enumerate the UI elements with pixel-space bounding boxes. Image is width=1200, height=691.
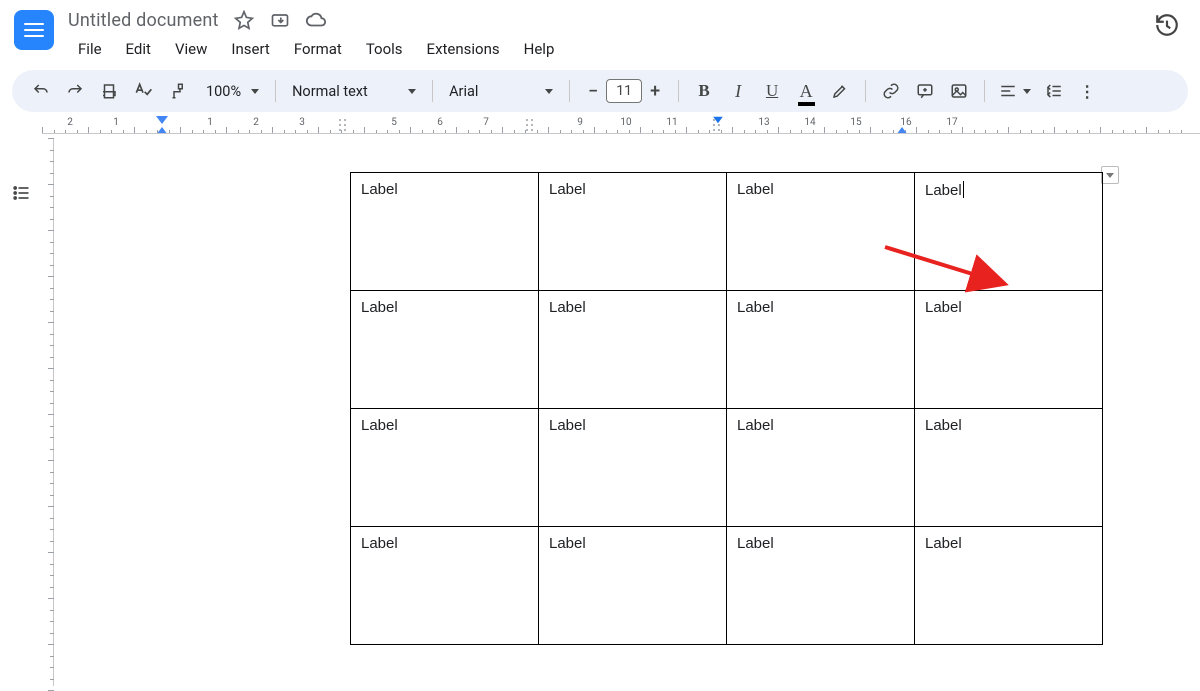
print-button[interactable] <box>94 76 124 106</box>
table-cell[interactable]: Label <box>915 527 1103 645</box>
table-cell[interactable]: Label <box>727 527 915 645</box>
table-cell[interactable]: Label <box>351 527 539 645</box>
ruler-label: 6 <box>437 117 443 128</box>
table-options-handle[interactable] <box>1101 166 1119 184</box>
ruler-drag-handle[interactable] <box>526 119 536 131</box>
highlight-button[interactable] <box>825 76 855 106</box>
ruler-label: 15 <box>850 117 861 128</box>
table-cell[interactable]: Label <box>727 291 915 409</box>
ruler-label: 2 <box>253 117 259 128</box>
table-cell[interactable]: Label <box>351 291 539 409</box>
menu-file[interactable]: File <box>68 36 112 62</box>
table-cell[interactable]: Label <box>915 173 1103 291</box>
bold-button[interactable]: B <box>689 76 719 106</box>
ruler-label: 14 <box>804 117 815 128</box>
spellcheck-button[interactable] <box>128 76 158 106</box>
menu-format[interactable]: Format <box>284 36 352 62</box>
chevron-down-icon <box>408 89 416 94</box>
table-cell[interactable]: Label <box>727 409 915 527</box>
font-value: Arial <box>443 83 484 100</box>
ruler-label: 1 <box>207 117 213 128</box>
table-cell[interactable]: Label <box>539 527 727 645</box>
cloud-status-icon[interactable] <box>305 9 327 31</box>
menu-view[interactable]: View <box>165 36 217 62</box>
document-table[interactable]: LabelLabelLabelLabelLabelLabelLabelLabel… <box>350 172 1103 645</box>
text-color-button[interactable]: A <box>791 76 821 106</box>
table-cell[interactable]: Label <box>915 409 1103 527</box>
more-button[interactable]: ⋮ <box>1073 76 1103 106</box>
paragraph-style-dropdown[interactable]: Normal text <box>286 83 416 100</box>
table-cell[interactable]: Label <box>727 173 915 291</box>
table-cell[interactable]: Label <box>351 173 539 291</box>
paint-format-button[interactable] <box>162 76 192 106</box>
workspace: LabelLabelLabelLabelLabelLabelLabelLabel… <box>0 138 1200 686</box>
docs-app-icon[interactable] <box>14 10 54 50</box>
menu-tools[interactable]: Tools <box>356 36 413 62</box>
chevron-down-icon <box>1023 89 1031 94</box>
font-size-increase[interactable]: + <box>642 78 668 104</box>
zoom-dropdown[interactable]: 100% <box>200 83 259 100</box>
chevron-down-icon <box>545 89 553 94</box>
table-cell[interactable]: Label <box>539 409 727 527</box>
table-cell[interactable]: Label <box>915 291 1103 409</box>
format-toolbar: 100% Normal text Arial − 11 + B I U A ⋮ <box>12 70 1188 112</box>
version-history-icon[interactable] <box>1154 12 1180 38</box>
insert-image-button[interactable] <box>944 76 974 106</box>
menu-bar: File Edit View Insert Format Tools Exten… <box>68 36 564 62</box>
document-title[interactable]: Untitled document <box>68 10 219 31</box>
ruler-label: 11 <box>666 117 677 128</box>
ruler-label: 3 <box>299 117 305 128</box>
menu-insert[interactable]: Insert <box>221 36 279 62</box>
undo-button[interactable] <box>26 76 56 106</box>
title-bar: Untitled document File Edit View Insert … <box>0 0 1200 64</box>
cell-text: Label <box>925 182 962 199</box>
font-size-decrease[interactable]: − <box>580 78 606 104</box>
chevron-down-icon <box>251 89 259 94</box>
align-dropdown[interactable] <box>995 76 1035 106</box>
ruler-label: 5 <box>391 117 397 128</box>
move-icon[interactable] <box>269 9 291 31</box>
font-size-value[interactable]: 11 <box>606 79 642 103</box>
ruler-label: 2 <box>67 117 73 128</box>
star-icon[interactable] <box>233 9 255 31</box>
ruler-label: 17 <box>946 117 957 128</box>
ruler-label: 13 <box>758 117 769 128</box>
text-cursor <box>963 181 964 198</box>
menu-edit[interactable]: Edit <box>116 36 161 62</box>
ruler-label: 9 <box>577 117 583 128</box>
font-dropdown[interactable]: Arial <box>443 83 553 100</box>
table-cell[interactable]: Label <box>351 409 539 527</box>
ruler-label: 1 <box>113 117 119 128</box>
ruler-label: 10 <box>620 117 631 128</box>
font-size-control: − 11 + <box>580 78 668 104</box>
underline-button[interactable]: U <box>757 76 787 106</box>
redo-button[interactable] <box>60 76 90 106</box>
ruler-label: 7 <box>483 117 489 128</box>
insert-link-button[interactable] <box>876 76 906 106</box>
ruler-drag-handle[interactable] <box>339 119 349 131</box>
document-page[interactable]: LabelLabelLabelLabelLabelLabelLabelLabel… <box>60 138 1194 686</box>
table-cell[interactable]: Label <box>539 291 727 409</box>
add-comment-button[interactable] <box>910 76 940 106</box>
table-cell[interactable]: Label <box>539 173 727 291</box>
outline-toggle-button[interactable] <box>6 178 36 208</box>
line-spacing-button[interactable] <box>1039 76 1069 106</box>
paragraph-style-value: Normal text <box>286 83 374 100</box>
menu-extensions[interactable]: Extensions <box>417 36 510 62</box>
menu-help[interactable]: Help <box>514 36 565 62</box>
italic-button[interactable]: I <box>723 76 753 106</box>
zoom-value: 100% <box>200 83 247 100</box>
vertical-ruler[interactable] <box>38 138 54 686</box>
